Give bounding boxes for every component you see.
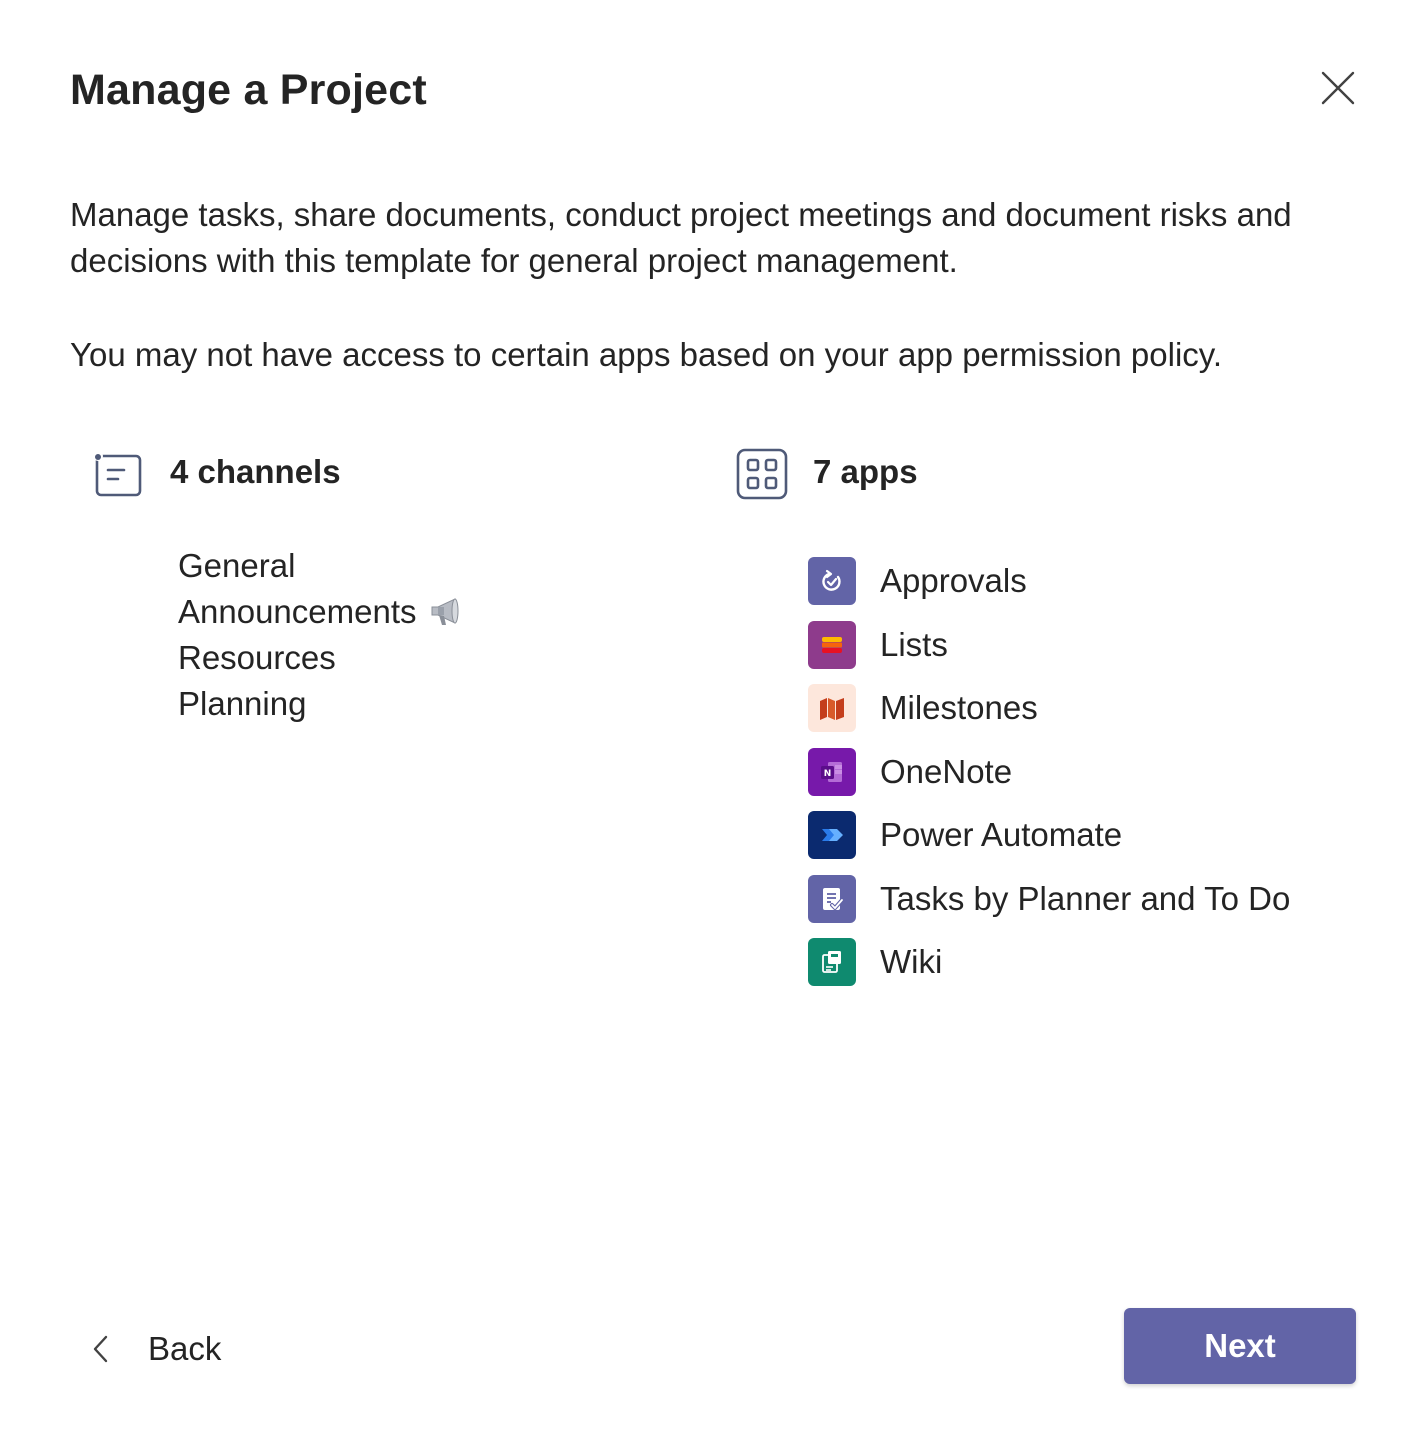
app-item-approvals: Approvals <box>808 557 1290 605</box>
close-button[interactable] <box>1312 62 1364 114</box>
next-button[interactable]: Next <box>1124 1308 1356 1384</box>
lists-icon <box>808 620 856 669</box>
app-item-tasks: Tasks by Planner and To Do <box>808 874 1291 923</box>
wiki-icon <box>808 938 856 986</box>
app-list: Approvals Lists Milestones N OneNote Pow… <box>808 557 1290 1002</box>
app-item-milestones: Milestones <box>808 684 1290 732</box>
channel-item-planning: Planning <box>178 681 463 727</box>
apps-heading: 7 apps <box>813 453 918 490</box>
channel-item-general: General <box>178 543 463 589</box>
app-label: Wiki <box>880 943 943 980</box>
channel-item-resources: Resources <box>178 635 463 681</box>
app-item-wiki: Wiki <box>808 938 1290 986</box>
dialog-title: Manage a Project <box>70 66 427 114</box>
app-label: Power Automate <box>880 816 1123 853</box>
app-label: Lists <box>880 625 948 663</box>
milestones-icon <box>808 684 856 732</box>
app-item-power-automate: Power Automate <box>808 811 1290 859</box>
app-item-lists: Lists <box>808 620 1290 669</box>
channel-label: Planning <box>178 685 307 722</box>
create-team-dialog: Manage a Project Manage tasks, share doc… <box>0 0 1422 1454</box>
channel-list-icon <box>92 449 146 501</box>
channel-label: Announcements <box>178 593 417 630</box>
apps-grid-icon <box>735 447 789 501</box>
channels-heading: 4 channels <box>170 453 341 490</box>
megaphone-icon <box>429 595 463 629</box>
back-label: Back <box>148 1330 222 1367</box>
permission-note: You may not have access to certain apps … <box>70 336 1223 373</box>
onenote-icon: N <box>808 747 856 796</box>
app-label: OneNote <box>880 752 1013 790</box>
close-icon <box>1321 71 1355 105</box>
svg-text:N: N <box>824 769 832 779</box>
channel-label: Resources <box>178 639 336 676</box>
template-description: Manage tasks, share documents, conduct p… <box>70 196 1292 279</box>
tasks-icon <box>808 874 856 923</box>
approvals-icon <box>808 557 856 605</box>
app-item-onenote: N OneNote <box>808 747 1290 796</box>
channel-label: General <box>178 547 296 584</box>
back-button[interactable]: Back <box>88 1320 221 1378</box>
app-label: Approvals <box>880 562 1027 599</box>
channel-item-announcements: Announcements <box>178 589 463 635</box>
channel-list: General Announcements Resources Planning <box>178 543 463 727</box>
power-automate-icon <box>808 811 856 859</box>
app-label: Milestones <box>880 689 1038 726</box>
chevron-left-icon <box>88 1334 114 1364</box>
app-label: Tasks by Planner and To Do <box>880 879 1291 917</box>
